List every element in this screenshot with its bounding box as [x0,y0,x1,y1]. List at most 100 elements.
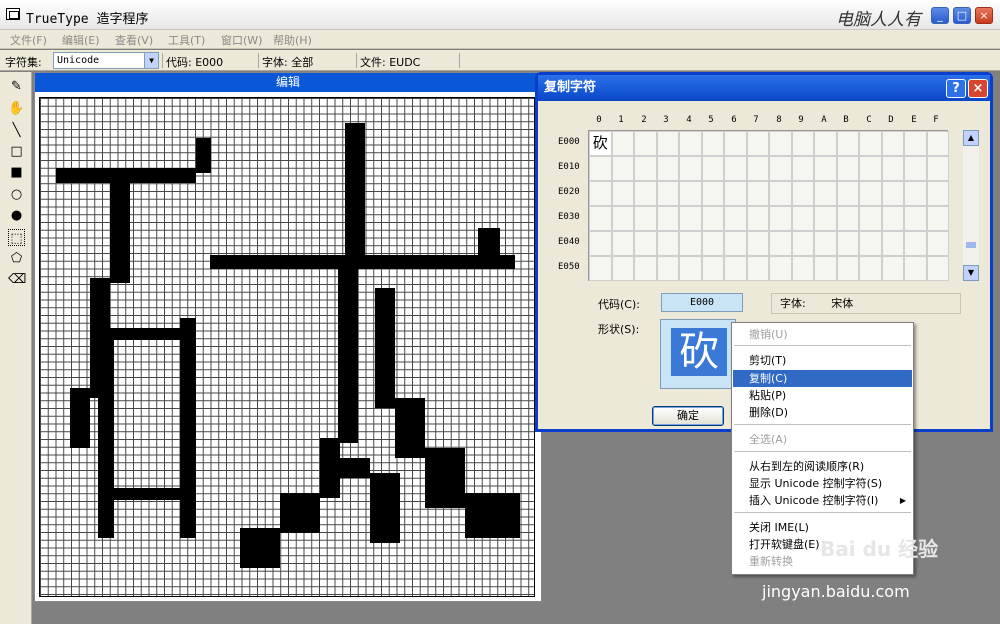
char-cell[interactable] [724,231,747,256]
freeform-select-icon[interactable]: ⬠ [8,250,25,267]
char-cell[interactable] [724,206,747,231]
menu-item-cut[interactable]: 剪切(T) [733,352,912,369]
char-cell[interactable] [836,181,859,206]
filled-rect-icon[interactable]: ■ [8,164,25,181]
char-cell[interactable] [589,231,612,256]
char-cell[interactable] [679,256,702,281]
char-cell[interactable] [904,256,927,281]
char-cell[interactable] [859,156,882,181]
char-cell[interactable] [904,231,927,256]
hollow-rect-icon[interactable]: □ [8,143,25,160]
char-cell[interactable] [611,206,634,231]
pencil-icon[interactable]: ✎ [8,78,25,95]
menu-view[interactable]: 查看(V) [115,32,153,48]
char-cell[interactable]: 砍 [589,131,612,156]
char-cell[interactable] [746,206,769,231]
char-cell[interactable] [746,156,769,181]
char-cell[interactable] [769,131,792,156]
char-cell[interactable] [634,256,657,281]
char-cell[interactable] [836,231,859,256]
dialog-close-button[interactable]: × [968,79,988,98]
menu-item-select-all[interactable]: 全选(A) [733,431,912,448]
minimize-button[interactable]: _ [931,7,949,24]
char-cell[interactable] [791,231,814,256]
char-cell[interactable] [859,206,882,231]
char-cell[interactable] [791,131,814,156]
char-cell[interactable] [926,206,949,231]
menu-item-insert-unicode[interactable]: 插入 Unicode 控制字符(I) ▶ [733,492,912,509]
char-cell[interactable] [611,231,634,256]
char-cell[interactable] [679,131,702,156]
menu-item-show-unicode[interactable]: 显示 Unicode 控制字符(S) [733,475,912,492]
char-cell[interactable] [656,156,679,181]
char-cell[interactable] [904,156,927,181]
menu-item-undo[interactable]: 撤销(U) [733,326,912,343]
char-cell[interactable] [724,181,747,206]
char-cell[interactable] [769,206,792,231]
char-cell[interactable] [634,131,657,156]
line-icon[interactable]: ╲ [8,122,25,139]
char-cell[interactable] [589,156,612,181]
help-button[interactable]: ? [946,79,966,98]
char-cell[interactable] [814,181,837,206]
char-cell[interactable] [769,256,792,281]
char-cell[interactable] [859,131,882,156]
char-cell[interactable] [701,231,724,256]
char-cell[interactable] [881,206,904,231]
char-cell[interactable] [769,181,792,206]
charset-select[interactable]: Unicode ▼ [53,52,159,69]
char-cell[interactable] [634,181,657,206]
menu-help[interactable]: 帮助(H) [273,32,312,48]
char-cell[interactable] [926,181,949,206]
char-cell[interactable] [724,256,747,281]
menu-window[interactable]: 窗口(W) [221,32,262,48]
char-cell[interactable] [814,156,837,181]
close-button[interactable]: × [975,7,993,24]
menu-edit[interactable]: 编辑(E) [62,32,100,48]
chevron-down-icon[interactable]: ▼ [144,53,158,68]
char-cell[interactable] [791,256,814,281]
char-cell[interactable] [701,156,724,181]
char-cell[interactable] [746,256,769,281]
char-cell[interactable] [611,156,634,181]
char-cell[interactable] [836,131,859,156]
char-cell[interactable] [926,156,949,181]
char-cell[interactable] [634,231,657,256]
char-cell[interactable] [679,181,702,206]
char-cell[interactable] [746,181,769,206]
char-cell[interactable] [611,181,634,206]
char-cell[interactable] [881,131,904,156]
menu-file[interactable]: 文件(F) [10,32,47,48]
char-cell[interactable] [859,181,882,206]
char-cell[interactable] [724,131,747,156]
char-cell[interactable] [904,131,927,156]
char-cell[interactable] [589,206,612,231]
glyph-grid[interactable] [39,97,535,597]
char-cell[interactable] [926,231,949,256]
char-cell[interactable] [926,131,949,156]
char-grid[interactable]: 砍 [588,130,949,281]
brush-icon[interactable]: ✋ [8,100,25,117]
char-cell[interactable] [701,131,724,156]
char-cell[interactable] [859,231,882,256]
chevron-down-icon[interactable]: ▼ [963,265,979,281]
ok-button[interactable]: 确定 [652,406,724,426]
menu-item-rtl[interactable]: 从右到左的阅读顺序(R) [733,458,912,475]
menu-item-copy[interactable]: 复制(C) [733,370,912,387]
hollow-ellipse-icon[interactable]: ○ [8,186,25,203]
shape-field[interactable]: 砍 [660,319,736,389]
char-cell[interactable] [769,156,792,181]
char-cell[interactable] [589,181,612,206]
char-cell[interactable] [746,231,769,256]
eraser-icon[interactable]: ⌫ [8,271,26,288]
menu-item-paste[interactable]: 粘贴(P) [733,387,912,404]
char-cell[interactable] [701,181,724,206]
scrollbar[interactable]: ▲ ▼ [963,130,979,281]
char-cell[interactable] [859,256,882,281]
code-field[interactable]: E000 [661,293,743,312]
char-cell[interactable] [656,131,679,156]
char-cell[interactable] [769,231,792,256]
maximize-button[interactable]: □ [953,7,971,24]
menu-tools[interactable]: 工具(T) [168,32,205,48]
char-cell[interactable] [814,131,837,156]
